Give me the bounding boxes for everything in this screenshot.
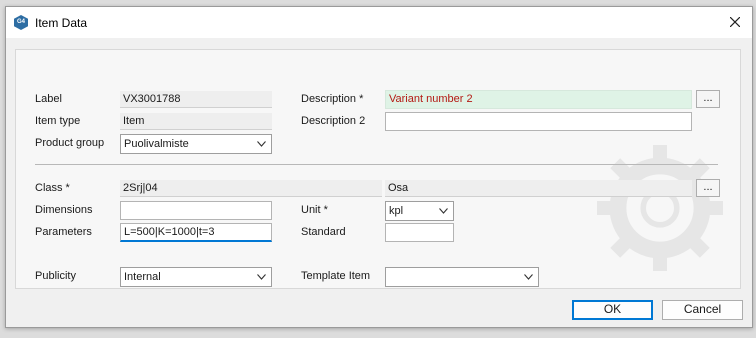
standard-label: Standard [301, 226, 346, 238]
publicity-select[interactable]: Internal [120, 267, 272, 287]
class-label: Class * [35, 182, 70, 194]
item-form-panel: Label VX3001788 Description * Variant nu… [15, 49, 741, 289]
chevron-down-icon [257, 141, 266, 147]
description-label: Description * [301, 93, 364, 105]
dimensions-field[interactable] [120, 201, 272, 220]
item-data-dialog: G4 Item Data Label VX3001788 Description… [5, 6, 753, 328]
unit-select[interactable]: kpl [385, 201, 454, 221]
section-divider [35, 164, 718, 165]
chevron-down-icon [439, 208, 448, 214]
product-group-value: Puolivalmiste [124, 138, 189, 150]
template-item-select[interactable] [385, 267, 539, 287]
publicity-value: Internal [124, 271, 161, 283]
dimensions-label: Dimensions [35, 204, 93, 216]
item-type-label: Item type [35, 115, 81, 127]
item-type-value: Item [120, 113, 272, 130]
parameters-field[interactable]: L=500|K=1000|t=3 [120, 223, 272, 242]
label-value: VX3001788 [120, 91, 272, 108]
gear-watermark-icon [597, 145, 723, 271]
dialog-title: Item Data [35, 16, 88, 30]
product-group-label: Product group [35, 137, 105, 149]
standard-field[interactable] [385, 223, 454, 242]
chevron-down-icon [257, 274, 266, 280]
class-browse-button[interactable]: ... [696, 179, 720, 197]
unit-value: kpl [389, 205, 404, 217]
product-group-select[interactable]: Puolivalmiste [120, 134, 272, 154]
cancel-button[interactable]: Cancel [662, 300, 743, 320]
class-name-value: Osa [385, 180, 692, 197]
ok-button[interactable]: OK [572, 300, 653, 320]
parameters-label: Parameters [35, 226, 92, 238]
description2-field[interactable] [385, 112, 692, 131]
title-bar: G4 Item Data [6, 7, 752, 38]
class-code-value: 2Srj|04 [120, 180, 382, 197]
chevron-down-icon [524, 274, 533, 280]
publicity-label: Publicity [35, 270, 76, 282]
app-icon: G4 [14, 15, 28, 30]
description-browse-button[interactable]: ... [696, 90, 720, 108]
description-field[interactable]: Variant number 2 [385, 90, 692, 109]
label-label: Label [35, 93, 62, 105]
template-item-label: Template Item [301, 270, 371, 282]
close-icon [730, 17, 740, 27]
description2-label: Description 2 [301, 115, 366, 127]
unit-label: Unit * [301, 204, 328, 216]
close-button[interactable] [724, 12, 746, 32]
